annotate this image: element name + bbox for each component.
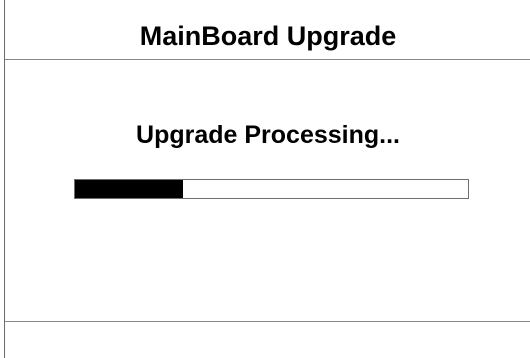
- upgrade-dialog: MainBoard Upgrade Upgrade Processing...: [4, 0, 530, 358]
- upgrade-progress-fill: [75, 180, 184, 198]
- footer-divider: [5, 321, 530, 322]
- dialog-title: MainBoard Upgrade: [139, 21, 397, 51]
- upgrade-status-text: Upgrade Processing...: [136, 121, 400, 149]
- title-bar: MainBoard Upgrade: [5, 0, 530, 60]
- upgrade-progress-bar: [74, 179, 469, 199]
